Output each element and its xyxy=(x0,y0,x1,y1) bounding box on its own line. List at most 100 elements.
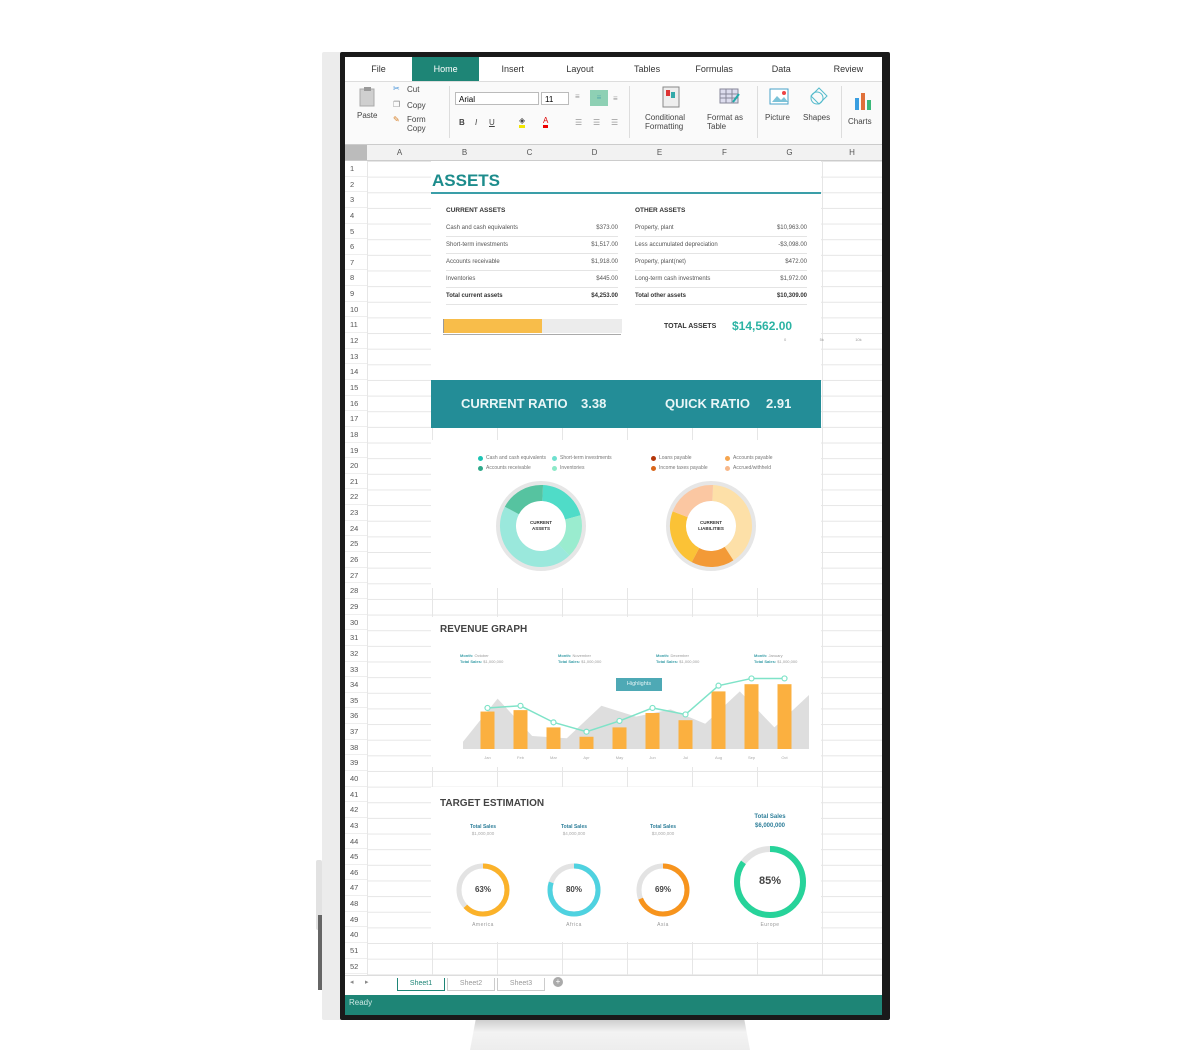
row-header[interactable]: 47 xyxy=(345,880,367,897)
row-header[interactable]: 19 xyxy=(345,443,367,459)
column-header[interactable]: D xyxy=(562,145,627,160)
tab-data[interactable]: Data xyxy=(748,57,815,81)
row-header[interactable]: 45 xyxy=(345,849,367,865)
row-header[interactable]: 37 xyxy=(345,724,367,740)
row-header[interactable]: 16 xyxy=(345,396,367,412)
align-left-icon[interactable]: ☰ xyxy=(575,118,582,127)
row-header[interactable]: 38 xyxy=(345,740,367,756)
row-header[interactable]: 30 xyxy=(345,615,367,631)
scroll-left-icon[interactable]: ◂ xyxy=(350,978,354,986)
row-header[interactable]: 41 xyxy=(345,787,367,803)
scroll-right-icon[interactable]: ▸ xyxy=(365,978,369,986)
cut-button[interactable]: ✂ Cut xyxy=(393,84,433,96)
row-header[interactable]: 26 xyxy=(345,552,367,568)
shapes-button[interactable]: Shapes xyxy=(801,84,837,136)
row-header[interactable]: 42 xyxy=(345,802,367,818)
row-header[interactable]: 34 xyxy=(345,677,367,693)
align-center-icon[interactable]: ☰ xyxy=(593,118,600,127)
row-header[interactable]: 39 xyxy=(345,755,367,771)
bold-icon[interactable]: B xyxy=(459,118,465,127)
sheet-tab-2[interactable]: Sheet2 xyxy=(447,978,495,991)
row-header[interactable]: 3 xyxy=(345,192,367,208)
row-header[interactable]: 33 xyxy=(345,662,367,678)
row-header[interactable]: 5 xyxy=(345,224,367,240)
row-header[interactable]: 44 xyxy=(345,834,367,850)
tab-home[interactable]: Home xyxy=(412,57,480,81)
row-header[interactable]: 52 xyxy=(345,959,367,975)
row-header[interactable]: 23 xyxy=(345,505,367,521)
italic-icon[interactable]: I xyxy=(475,118,477,127)
row-header[interactable]: 13 xyxy=(345,349,367,365)
row-header[interactable]: 4 xyxy=(345,208,367,224)
row-header[interactable]: 7 xyxy=(345,255,367,271)
row-header[interactable]: 40 xyxy=(345,771,367,787)
row-header[interactable]: 20 xyxy=(345,458,367,474)
row-header[interactable]: 36 xyxy=(345,708,367,725)
sheet-tab-3[interactable]: Sheet3 xyxy=(497,978,545,991)
row-header[interactable]: 10 xyxy=(345,302,367,318)
row-header[interactable]: 49 xyxy=(345,912,367,928)
row-header[interactable]: 28 xyxy=(345,583,367,599)
font-size-select[interactable]: 11 xyxy=(541,92,569,105)
row-header[interactable]: 51 xyxy=(345,943,367,959)
sheet-tab-1[interactable]: Sheet1 xyxy=(397,978,445,991)
tab-review[interactable]: Review xyxy=(815,57,882,81)
row-header[interactable]: 2 xyxy=(345,177,367,193)
row-header[interactable]: 11 xyxy=(345,317,367,334)
row-header[interactable]: 18 xyxy=(345,427,367,443)
column-header[interactable]: H xyxy=(822,145,882,160)
select-all-corner[interactable] xyxy=(345,145,367,160)
row-header[interactable]: 14 xyxy=(345,364,367,380)
row-header[interactable]: 15 xyxy=(345,380,367,396)
row-header[interactable]: 24 xyxy=(345,521,367,537)
copy-button[interactable]: ❐ Copy xyxy=(393,100,433,112)
row-header[interactable]: 48 xyxy=(345,896,367,912)
font-color-icon[interactable]: A xyxy=(543,116,549,128)
format-as-table-button[interactable]: Format as Table xyxy=(707,84,753,136)
tab-layout[interactable]: Layout xyxy=(546,57,613,81)
picture-button[interactable]: Picture xyxy=(763,84,799,136)
row-header[interactable]: 6 xyxy=(345,239,367,255)
row-header[interactable]: 32 xyxy=(345,646,367,662)
column-header[interactable]: C xyxy=(497,145,562,160)
row-header[interactable]: 27 xyxy=(345,568,367,584)
add-sheet-icon[interactable]: + xyxy=(553,977,563,987)
row-header[interactable]: 9 xyxy=(345,286,367,302)
highlights-button[interactable]: Highlights xyxy=(616,678,662,691)
row-header[interactable]: 46 xyxy=(345,865,367,881)
column-header[interactable]: F xyxy=(692,145,757,160)
row-header[interactable]: 8 xyxy=(345,270,367,287)
column-header[interactable]: B xyxy=(432,145,497,160)
row-header[interactable]: 22 xyxy=(345,489,367,506)
row-header[interactable]: 31 xyxy=(345,630,367,646)
column-header[interactable]: G xyxy=(757,145,822,160)
align-top-icon[interactable]: ≡ xyxy=(575,92,580,101)
row-header[interactable]: 1 xyxy=(345,161,367,177)
row-header[interactable]: 40 xyxy=(345,927,367,944)
tab-tables[interactable]: Tables xyxy=(614,57,681,81)
tab-insert[interactable]: Insert xyxy=(479,57,546,81)
align-bottom-icon[interactable]: ≡ xyxy=(613,94,618,103)
fill-color-icon[interactable]: ◈ xyxy=(519,116,526,128)
align-middle-icon[interactable]: ≡ xyxy=(590,90,608,106)
underline-icon[interactable]: U xyxy=(489,118,495,127)
tab-file[interactable]: File xyxy=(345,57,412,81)
paste-button[interactable]: Paste xyxy=(353,84,383,128)
align-right-icon[interactable]: ☰ xyxy=(611,118,618,127)
row-header[interactable]: 17 xyxy=(345,411,367,427)
charts-button[interactable]: Charts xyxy=(845,84,881,136)
format-copy-button[interactable]: ✎ Form Copy xyxy=(393,115,437,137)
table-row: Property, plant(net) $472.00 xyxy=(635,254,807,271)
row-header[interactable]: 25 xyxy=(345,536,367,553)
row-header[interactable]: 43 xyxy=(345,818,367,834)
column-header[interactable]: E xyxy=(627,145,692,160)
row-header[interactable]: 12 xyxy=(345,333,367,349)
column-header[interactable]: A xyxy=(367,145,432,160)
row-header[interactable]: 21 xyxy=(345,474,367,490)
row-header[interactable]: 35 xyxy=(345,693,367,709)
font-name-select[interactable]: Arial xyxy=(455,92,539,105)
annotation-sales: Total Sales: $1,000,000 xyxy=(460,659,504,664)
conditional-formatting-button[interactable]: Conditional Formatting xyxy=(643,84,699,136)
tab-formulas[interactable]: Formulas xyxy=(681,57,748,81)
row-header[interactable]: 29 xyxy=(345,599,367,615)
